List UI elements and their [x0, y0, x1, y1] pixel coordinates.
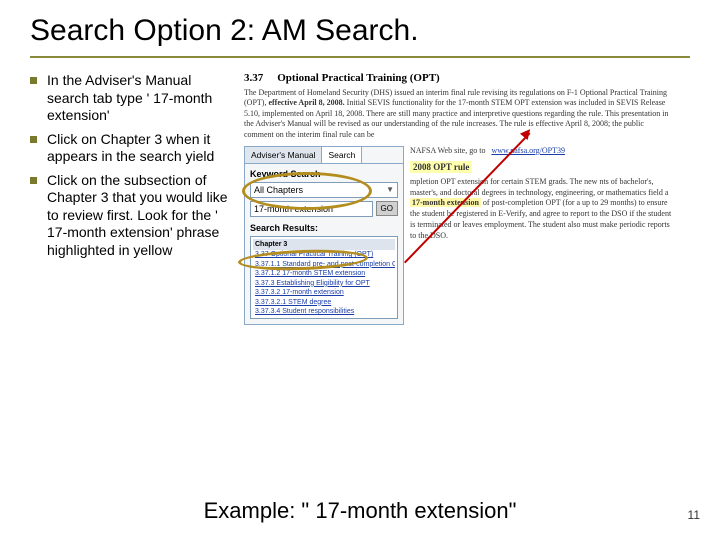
tab-bar: Adviser's Manual Search	[245, 147, 403, 164]
results-label: Search Results:	[250, 223, 398, 233]
go-button[interactable]: GO	[376, 201, 398, 216]
result-link[interactable]: 3.37.3.2 17-month extension	[253, 288, 395, 297]
result-link[interactable]: 3.37.3.4 Student responsibilities	[253, 307, 395, 316]
keyword-search-label: Keyword Search	[250, 169, 398, 179]
chevron-down-icon: ▼	[386, 185, 394, 194]
result-link[interactable]: 3.37.1.1 Standard pre- and post-completi…	[253, 260, 395, 269]
link-row: NAFSA Web site, go to www.nafsa.org/OPT3…	[410, 146, 674, 157]
right-paragraph: mpletion OPT extension for certain STEM …	[410, 177, 674, 242]
dropdown-value: All Chapters	[254, 185, 303, 195]
results-list: Chapter 3 3.37 Optional Practical Traini…	[250, 236, 398, 320]
chapter-heading[interactable]: Chapter 3	[253, 239, 395, 250]
square-bullet-icon	[30, 77, 37, 84]
square-bullet-icon	[30, 136, 37, 143]
tab-advisers-manual[interactable]: Adviser's Manual	[245, 147, 322, 163]
section-title: Optional Practical Training (OPT)	[277, 72, 439, 84]
figure-row: Adviser's Manual Search Keyword Search A…	[244, 146, 674, 326]
bullet-item: Click on the subsection of Chapter 3 tha…	[30, 172, 230, 260]
link-intro: NAFSA Web site, go to	[410, 146, 485, 157]
right-column: NAFSA Web site, go to www.nafsa.org/OPT3…	[410, 146, 674, 242]
page-number: 11	[688, 508, 700, 522]
bullet-text: In the Adviser's Manual search tab type …	[47, 72, 230, 125]
result-link[interactable]: 3.37.1.2 17-month STEM extension	[253, 269, 395, 278]
screenshot-figure: 3.37 Optional Practical Training (OPT) T…	[244, 72, 674, 325]
chapter-dropdown[interactable]: All Chapters ▼	[250, 182, 398, 198]
search-panel: Adviser's Manual Search Keyword Search A…	[244, 146, 404, 326]
result-link[interactable]: 3.37.3 Establishing Eligibility for OPT	[253, 279, 395, 288]
nafsa-link[interactable]: www.nafsa.org/OPT39	[491, 146, 565, 157]
bullet-text: Click on the subsection of Chapter 3 tha…	[47, 172, 230, 260]
rule-row: 2008 OPT rule	[410, 161, 674, 173]
panel-body: Keyword Search All Chapters ▼ 17-month e…	[245, 164, 403, 325]
content-row: In the Adviser's Manual search tab type …	[30, 72, 690, 325]
section-header: 3.37 Optional Practical Training (OPT)	[244, 72, 674, 84]
square-bullet-icon	[30, 177, 37, 184]
example-caption: Example: " 17-month extension"	[0, 498, 720, 524]
tab-search[interactable]: Search	[322, 147, 362, 163]
result-link[interactable]: 3.37 Optional Practical Training (OPT)	[253, 250, 395, 259]
slide-title: Search Option 2: AM Search.	[30, 10, 690, 58]
para-text: mpletion OPT extension for certain STEM …	[410, 177, 668, 197]
search-input[interactable]: 17-month extension	[250, 201, 373, 217]
section-number: 3.37	[244, 72, 263, 84]
effective-date: effective April 8, 2008.	[268, 98, 344, 107]
bullet-text: Click on Chapter 3 when it appears in th…	[47, 131, 230, 166]
rule-tag: 2008 OPT rule	[410, 161, 472, 173]
bullet-item: Click on Chapter 3 when it appears in th…	[30, 131, 230, 166]
bullet-list: In the Adviser's Manual search tab type …	[30, 72, 230, 325]
intro-paragraph: The Department of Homeland Security (DHS…	[244, 88, 674, 140]
search-value: 17-month extension	[254, 204, 333, 214]
result-link[interactable]: 3.37.3.2.1 STEM degree	[253, 298, 395, 307]
bullet-item: In the Adviser's Manual search tab type …	[30, 72, 230, 125]
slide: Search Option 2: AM Search. In the Advis…	[0, 0, 720, 540]
highlight-17-month: 17-month extension	[410, 198, 481, 207]
